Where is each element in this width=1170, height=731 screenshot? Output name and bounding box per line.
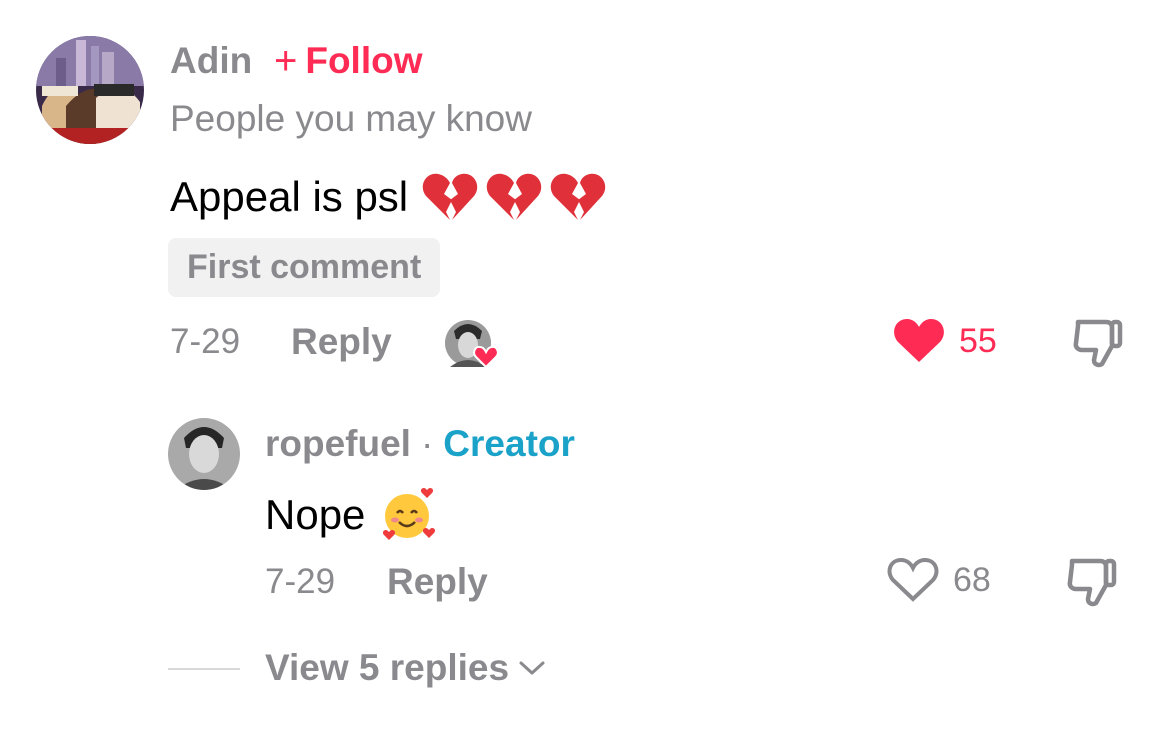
separator-dot: · [420,423,434,464]
reply-like-button[interactable]: 68 [887,557,991,603]
heart-outline-icon [887,557,939,602]
reply-like-count: 68 [953,560,991,599]
reply-username[interactable]: ropefuel [265,423,411,465]
comment-body: Appeal is psl [170,172,606,222]
creator-avatar[interactable] [168,418,240,490]
comment-dislike-button[interactable] [1072,318,1124,373]
broken-heart-icon [550,173,606,220]
liked-by-creator-avatar [444,319,499,369]
first-comment-badge: First comment [168,238,441,297]
comment-like-button[interactable]: 55 [893,318,997,364]
suggestion-subtitle: People you may know [170,98,532,139]
broken-heart-icon [422,173,478,220]
commenter-avatar[interactable] [36,36,144,144]
replies-divider [168,668,240,670]
reply-text: Nope [265,491,366,538]
chevron-down-icon [519,661,545,675]
reply-dislike-button[interactable] [1066,557,1118,612]
plus-icon: + [274,39,298,83]
comment-like-count: 55 [959,321,997,360]
heart-filled-icon [894,319,944,362]
reply-author[interactable]: ropefuel · Creator [265,423,575,465]
smiling-face-with-hearts-icon [383,488,436,540]
view-replies-button[interactable]: View 5 replies [265,647,545,689]
thumbs-down-icon [1073,319,1123,368]
comment-text: Appeal is psl [170,173,409,220]
reply-date: 7-29 [265,562,336,601]
reply-reply-button[interactable]: Reply [387,561,488,603]
broken-heart-icon [486,173,542,220]
comment-reply-button[interactable]: Reply [291,321,392,363]
follow-button[interactable]: + Follow [274,40,423,82]
creator-label: Creator [443,423,575,464]
commenter-username[interactable]: Adin [170,40,252,82]
view-replies-label: View 5 replies [265,647,510,688]
thumbs-down-icon [1067,558,1117,607]
comment-date: 7-29 [170,322,241,361]
broken-hearts-emojis [422,172,606,222]
reply-body: Nope [265,488,437,542]
follow-label: Follow [305,40,423,81]
